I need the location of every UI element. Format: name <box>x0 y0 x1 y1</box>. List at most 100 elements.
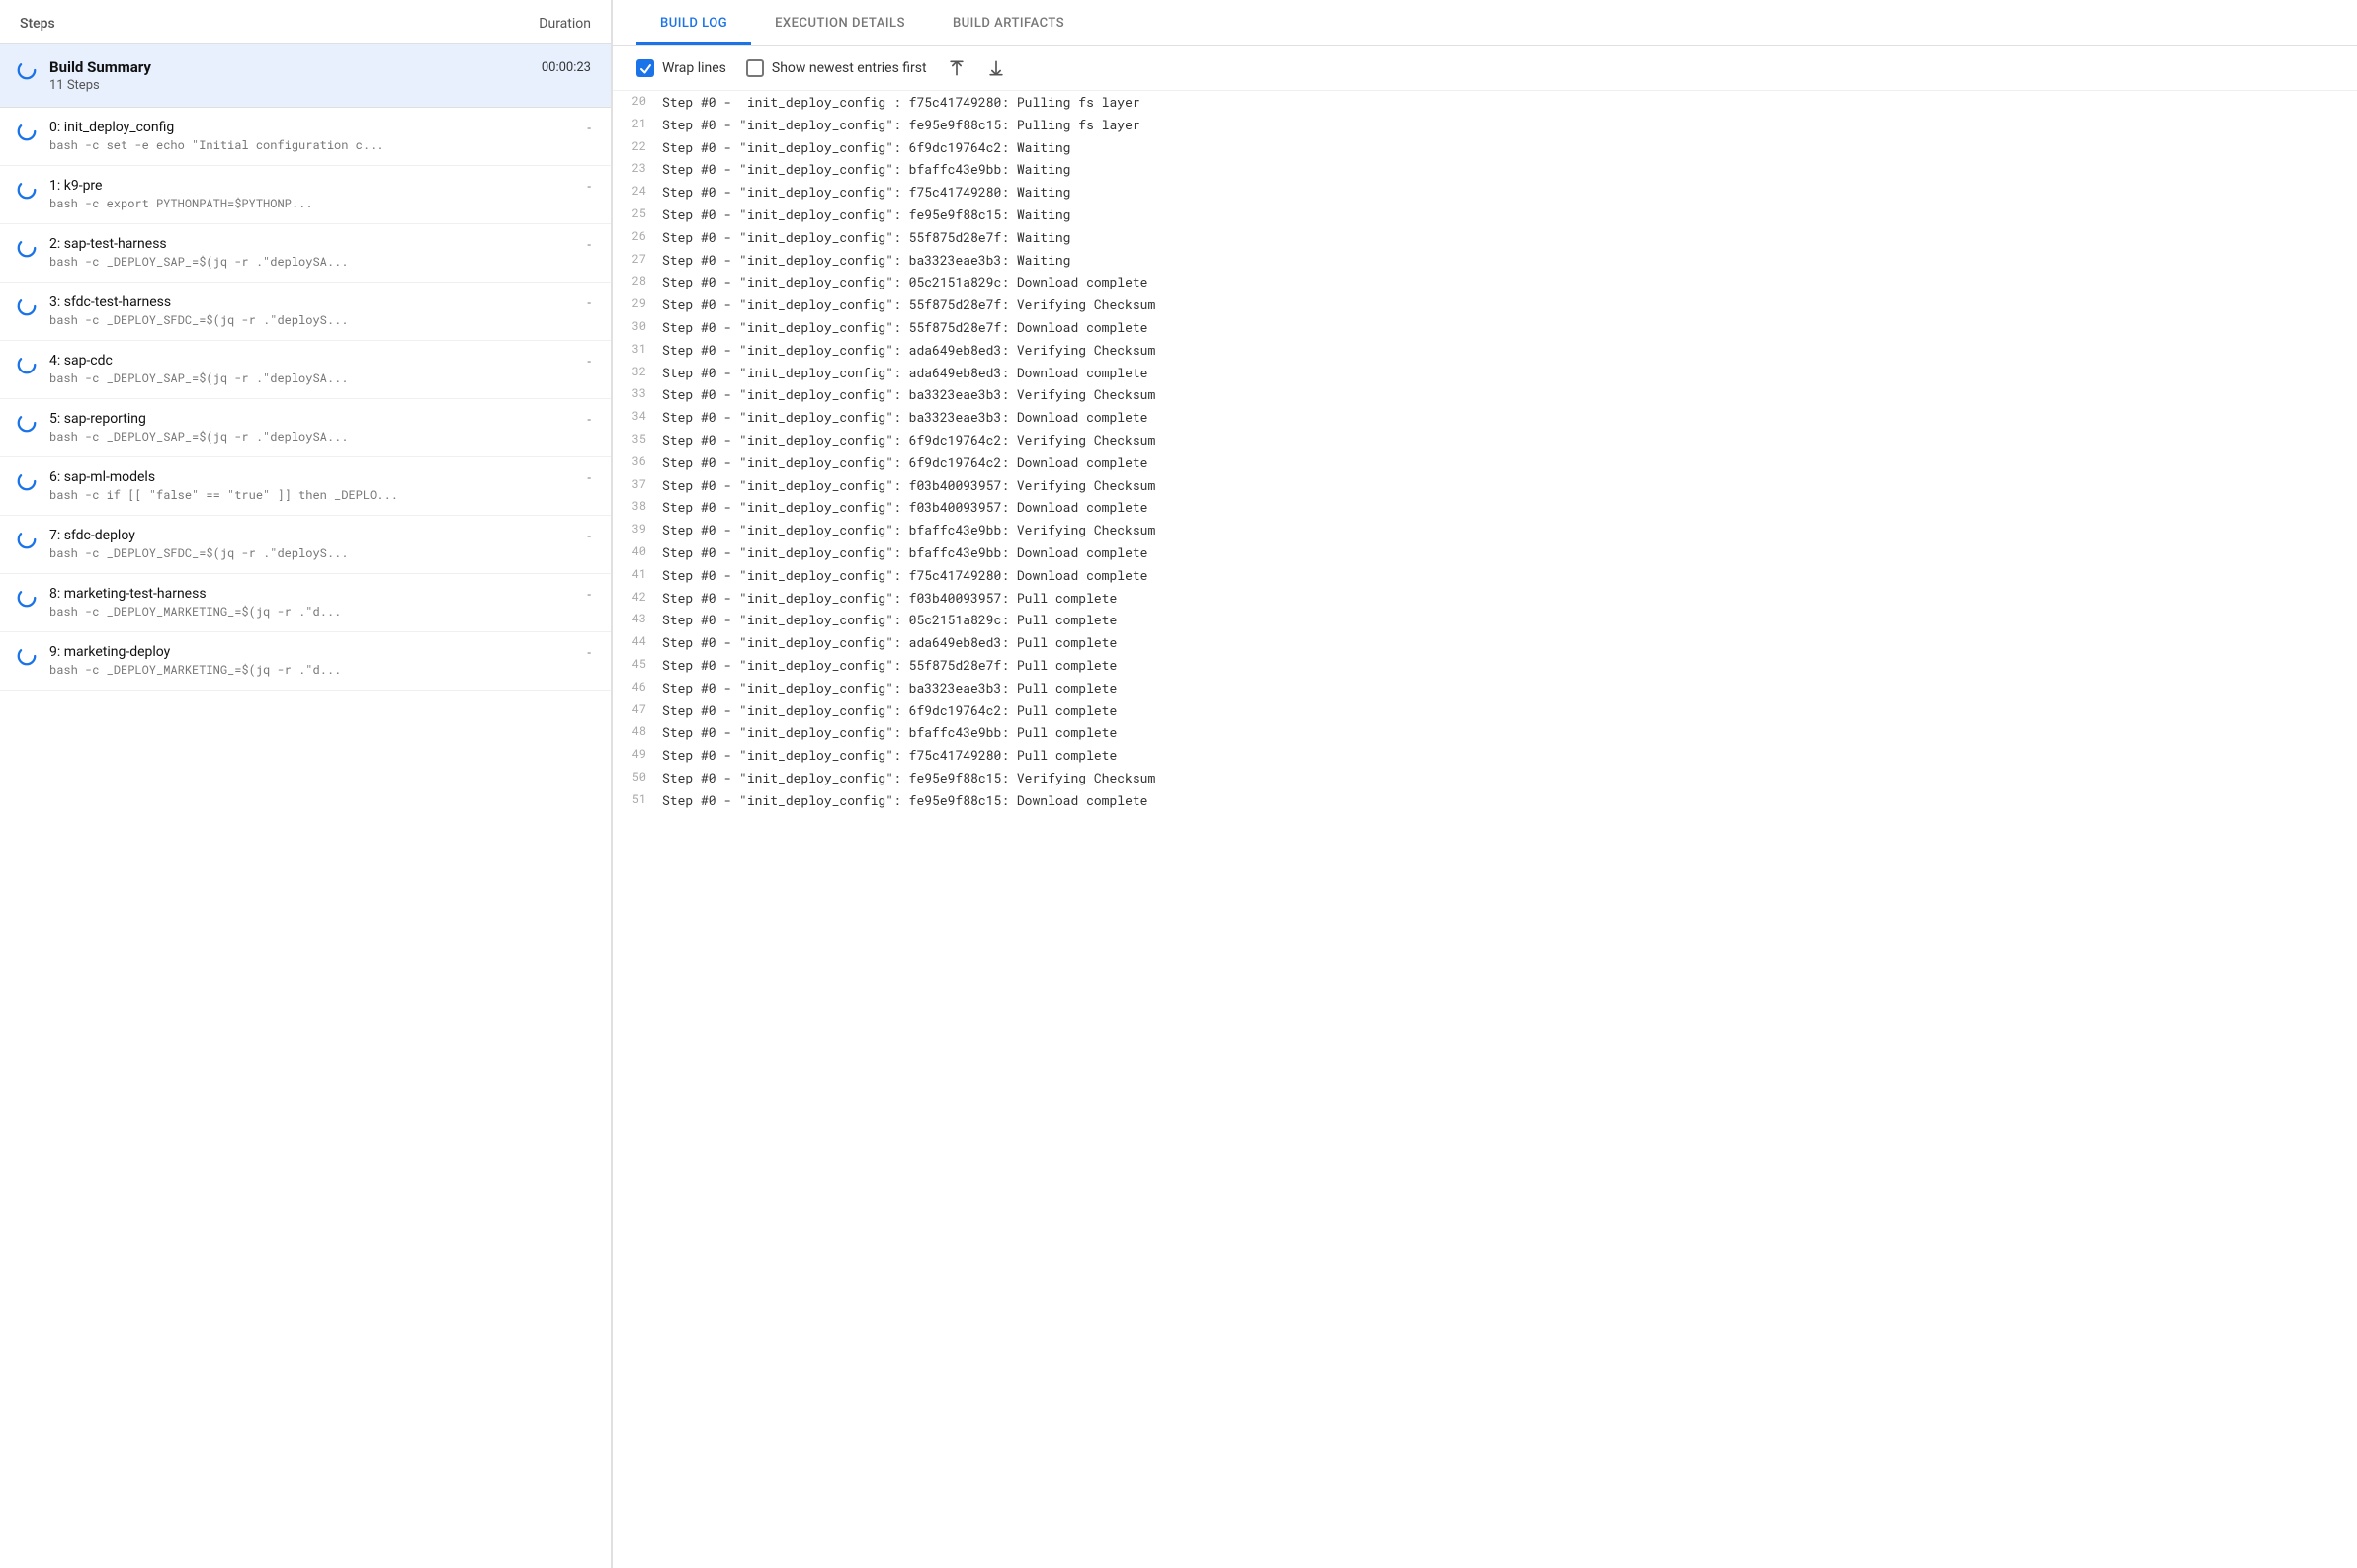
step-loading-icon <box>16 121 38 142</box>
log-area[interactable]: 20Step #0 - init_deploy_config : f75c417… <box>613 91 2357 1568</box>
tabs-bar: BUILD LOGEXECUTION DETAILSBUILD ARTIFACT… <box>613 0 2357 46</box>
log-line-text: Step #0 - "init_deploy_config": bfaffc43… <box>662 722 1117 743</box>
step-command: bash -c _DEPLOY_MARKETING_=$(jq -r ."d..… <box>49 604 575 619</box>
log-line-text: Step #0 - "init_deploy_config": fe95e9f8… <box>662 790 1147 811</box>
show-newest-checkbox[interactable] <box>746 59 764 77</box>
log-line-number: 22 <box>613 137 662 156</box>
log-line-number: 29 <box>613 294 662 313</box>
log-line-text: Step #0 - "init_deploy_config": bfaffc43… <box>662 542 1147 563</box>
wrap-lines-label: Wrap lines <box>662 60 726 76</box>
log-line-text: Step #0 - "init_deploy_config": 55f875d2… <box>662 227 1070 248</box>
log-toolbar: Wrap lines Show newest entries first <box>613 46 2357 91</box>
step-content: 2: sap-test-harnessbash -c _DEPLOY_SAP_=… <box>49 236 575 270</box>
log-line-number: 37 <box>613 475 662 494</box>
log-line-number: 31 <box>613 340 662 359</box>
log-line-text: Step #0 - "init_deploy_config": 55f875d2… <box>662 294 1155 315</box>
log-line-number: 27 <box>613 250 662 269</box>
log-line-number: 28 <box>613 272 662 290</box>
log-line-number: 26 <box>613 227 662 246</box>
step-duration: - <box>587 528 591 544</box>
step-row[interactable]: 3: sfdc-test-harnessbash -c _DEPLOY_SFDC… <box>0 283 611 341</box>
log-line-text: Step #0 - "init_deploy_config": 6f9dc197… <box>662 137 1070 158</box>
step-row[interactable]: 4: sap-cdcbash -c _DEPLOY_SAP_=$(jq -r .… <box>0 341 611 399</box>
log-line-number: 50 <box>613 768 662 786</box>
step-loading-icon <box>16 645 38 667</box>
log-line-text: Step #0 - "init_deploy_config": f03b4009… <box>662 588 1117 609</box>
step-row[interactable]: 2: sap-test-harnessbash -c _DEPLOY_SAP_=… <box>0 224 611 283</box>
log-line-text: Step #0 - "init_deploy_config": ada649eb… <box>662 632 1117 653</box>
step-loading-icon <box>16 295 38 317</box>
log-line: 50Step #0 - "init_deploy_config": fe95e9… <box>613 767 2357 789</box>
step-content: 3: sfdc-test-harnessbash -c _DEPLOY_SFDC… <box>49 294 575 328</box>
step-duration: - <box>587 178 591 195</box>
step-content: 4: sap-cdcbash -c _DEPLOY_SAP_=$(jq -r .… <box>49 353 575 386</box>
log-line-text: Step #0 - "init_deploy_config": ba3323ea… <box>662 250 1070 271</box>
scroll-bottom-button[interactable] <box>986 58 1006 78</box>
log-line: 45Step #0 - "init_deploy_config": 55f875… <box>613 654 2357 677</box>
log-line-number: 49 <box>613 745 662 764</box>
log-line: 25Step #0 - "init_deploy_config": fe95e9… <box>613 204 2357 226</box>
step-row[interactable]: 8: marketing-test-harnessbash -c _DEPLOY… <box>0 574 611 632</box>
log-line-number: 43 <box>613 610 662 628</box>
step-content: 9: marketing-deploybash -c _DEPLOY_MARKE… <box>49 644 575 678</box>
log-line: 40Step #0 - "init_deploy_config": bfaffc… <box>613 541 2357 564</box>
wrap-lines-checkbox[interactable] <box>636 59 654 77</box>
log-line-text: Step #0 - "init_deploy_config": f03b4009… <box>662 497 1147 518</box>
step-row[interactable]: 0: init_deploy_configbash -c set -e echo… <box>0 108 611 166</box>
step-duration: - <box>587 411 591 428</box>
tab-execution-details[interactable]: EXECUTION DETAILS <box>751 0 929 45</box>
step-duration: - <box>587 353 591 370</box>
log-line: 27Step #0 - "init_deploy_config": ba3323… <box>613 249 2357 272</box>
tab-build-log[interactable]: BUILD LOG <box>636 0 751 45</box>
step-loading-icon <box>16 237 38 259</box>
scroll-top-button[interactable] <box>947 58 967 78</box>
build-summary-title: Build Summary <box>49 58 530 76</box>
step-name: 3: sfdc-test-harness <box>49 294 575 310</box>
step-row[interactable]: 6: sap-ml-modelsbash -c if [[ "false" ==… <box>0 457 611 516</box>
tab-build-artifacts[interactable]: BUILD ARTIFACTS <box>929 0 1088 45</box>
log-line-number: 36 <box>613 453 662 471</box>
step-name: 5: sap-reporting <box>49 411 575 427</box>
build-summary-row[interactable]: Build Summary 11 Steps 00:00:23 <box>0 44 611 108</box>
build-summary-duration: 00:00:23 <box>542 58 591 75</box>
log-line: 32Step #0 - "init_deploy_config": ada649… <box>613 362 2357 384</box>
step-row[interactable]: 5: sap-reportingbash -c _DEPLOY_SAP_=$(j… <box>0 399 611 457</box>
log-line-text: Step #0 - "init_deploy_config": f75c4174… <box>662 565 1147 586</box>
log-line: 47Step #0 - "init_deploy_config": 6f9dc1… <box>613 700 2357 722</box>
step-row[interactable]: 1: k9-prebash -c export PYTHONPATH=$PYTH… <box>0 166 611 224</box>
log-line-number: 39 <box>613 520 662 538</box>
log-line-number: 35 <box>613 430 662 449</box>
build-summary-subtitle: 11 Steps <box>49 78 530 93</box>
log-line: 31Step #0 - "init_deploy_config": ada649… <box>613 339 2357 362</box>
step-content: 8: marketing-test-harnessbash -c _DEPLOY… <box>49 586 575 619</box>
log-line-text: Step #0 - "init_deploy_config": 55f875d2… <box>662 317 1147 338</box>
log-line: 28Step #0 - "init_deploy_config": 05c215… <box>613 271 2357 293</box>
log-line-text: Step #0 - "init_deploy_config": 55f875d2… <box>662 655 1117 676</box>
log-line: 33Step #0 - "init_deploy_config": ba3323… <box>613 383 2357 406</box>
log-line: 22Step #0 - "init_deploy_config": 6f9dc1… <box>613 136 2357 159</box>
step-name: 7: sfdc-deploy <box>49 528 575 543</box>
log-line: 36Step #0 - "init_deploy_config": 6f9dc1… <box>613 452 2357 474</box>
log-line-number: 51 <box>613 790 662 809</box>
log-line: 49Step #0 - "init_deploy_config": f75c41… <box>613 744 2357 767</box>
step-duration: - <box>587 586 591 603</box>
log-line-text: Step #0 - "init_deploy_config": 6f9dc197… <box>662 701 1117 721</box>
step-command: bash -c set -e echo "Initial configurati… <box>49 137 575 153</box>
log-line: 39Step #0 - "init_deploy_config": bfaffc… <box>613 519 2357 541</box>
log-line-number: 24 <box>613 182 662 201</box>
build-summary-icon <box>16 59 38 81</box>
log-line-number: 20 <box>613 92 662 111</box>
log-line: 51Step #0 - "init_deploy_config": fe95e9… <box>613 789 2357 812</box>
log-line: 42Step #0 - "init_deploy_config": f03b40… <box>613 587 2357 610</box>
step-command: bash -c _DEPLOY_SAP_=$(jq -r ."deploySA.… <box>49 371 575 386</box>
step-row[interactable]: 9: marketing-deploybash -c _DEPLOY_MARKE… <box>0 632 611 691</box>
log-line-text: Step #0 - "init_deploy_config": f75c4174… <box>662 182 1070 203</box>
log-line: 29Step #0 - "init_deploy_config": 55f875… <box>613 293 2357 316</box>
log-line-number: 32 <box>613 363 662 381</box>
step-row[interactable]: 7: sfdc-deploybash -c _DEPLOY_SFDC_=$(jq… <box>0 516 611 574</box>
log-line: 38Step #0 - "init_deploy_config": f03b40… <box>613 496 2357 519</box>
show-newest-label: Show newest entries first <box>772 60 927 76</box>
log-line-text: Step #0 - "init_deploy_config": 6f9dc197… <box>662 453 1147 473</box>
log-line-number: 40 <box>613 542 662 561</box>
log-line-number: 47 <box>613 701 662 719</box>
